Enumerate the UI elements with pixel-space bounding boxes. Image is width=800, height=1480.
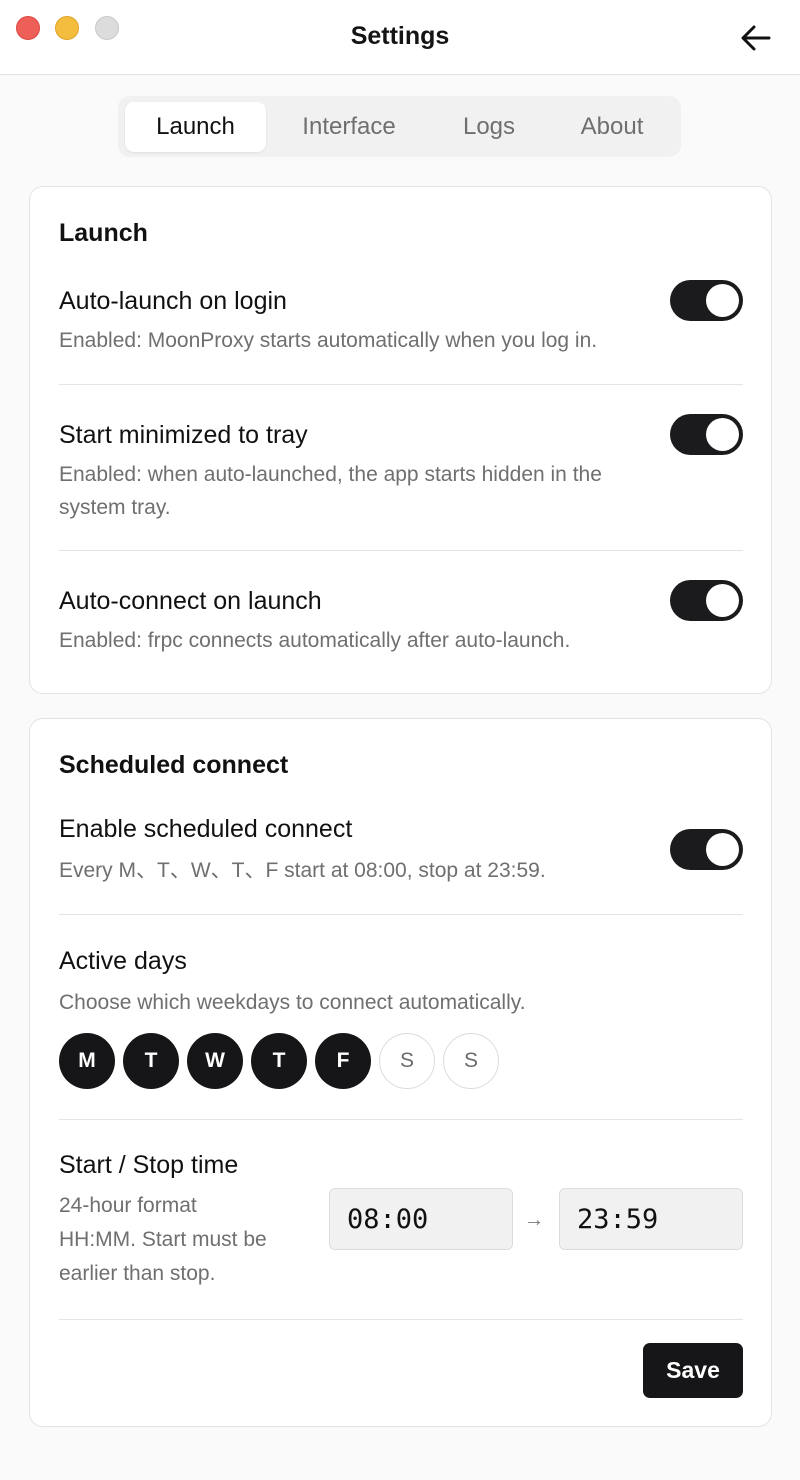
stop-time-input[interactable]: 23:59 xyxy=(559,1188,743,1250)
settings-window: Settings Launch Interface Logs About Lau… xyxy=(0,0,800,1480)
auto-connect-toggle[interactable] xyxy=(670,580,743,621)
tab-about[interactable]: About xyxy=(558,102,666,152)
divider xyxy=(59,914,743,915)
divider xyxy=(59,550,743,551)
arrow-left-icon xyxy=(741,25,771,51)
title-bar: Settings xyxy=(0,0,800,75)
day-sunday[interactable]: S xyxy=(443,1033,499,1089)
divider xyxy=(59,1319,743,1320)
tab-interface[interactable]: Interface xyxy=(278,102,420,152)
active-days-desc: Choose which weekdays to connect automat… xyxy=(59,991,526,1014)
auto-connect-desc: Enabled: frpc connects automatically aft… xyxy=(59,629,571,652)
start-minimized-toggle[interactable] xyxy=(670,414,743,455)
launch-card-title: Launch xyxy=(59,219,148,247)
enable-schedule-title: Enable scheduled connect xyxy=(59,815,353,843)
tab-logs[interactable]: Logs xyxy=(433,102,545,152)
tab-launch[interactable]: Launch xyxy=(125,102,266,152)
back-button[interactable] xyxy=(738,22,774,54)
auto-launch-title: Auto-launch on login xyxy=(59,287,287,315)
schedule-card: Scheduled connect Enable scheduled conne… xyxy=(29,718,772,1427)
start-minimized-desc-line1: Enabled: when auto-launched, the app sta… xyxy=(59,463,602,486)
divider xyxy=(59,1119,743,1120)
schedule-card-title: Scheduled connect xyxy=(59,751,289,779)
toggle-knob xyxy=(706,833,739,866)
day-tuesday[interactable]: T xyxy=(123,1033,179,1089)
auto-launch-desc: Enabled: MoonProxy starts automatically … xyxy=(59,329,598,352)
start-minimized-title: Start minimized to tray xyxy=(59,421,308,449)
day-monday[interactable]: M xyxy=(59,1033,115,1089)
enable-schedule-desc: Every M、T、W、T、F start at 08:00, stop at … xyxy=(59,859,546,882)
start-stop-desc-line2: HH:MM. Start must be xyxy=(59,1228,267,1251)
day-friday[interactable]: F xyxy=(315,1033,371,1089)
day-wednesday[interactable]: W xyxy=(187,1033,243,1089)
toggle-knob xyxy=(706,584,739,617)
save-button[interactable]: Save xyxy=(643,1343,743,1398)
arrow-right-icon: → xyxy=(524,1209,544,1231)
window-title: Settings xyxy=(350,22,450,50)
start-time-input[interactable]: 08:00 xyxy=(329,1188,513,1250)
auto-connect-title: Auto-connect on launch xyxy=(59,587,322,615)
day-saturday[interactable]: S xyxy=(379,1033,435,1089)
start-stop-title: Start / Stop time xyxy=(59,1151,239,1179)
divider xyxy=(59,384,743,385)
start-stop-desc-line1: 24-hour format xyxy=(59,1194,197,1217)
active-days-title: Active days xyxy=(59,947,187,975)
toggle-knob xyxy=(706,418,739,451)
start-minimized-desc-line2: system tray. xyxy=(59,496,171,519)
auto-launch-toggle[interactable] xyxy=(670,280,743,321)
settings-tabs: Launch Interface Logs About xyxy=(118,96,681,157)
start-stop-desc-line3: earlier than stop. xyxy=(59,1262,216,1285)
day-thursday[interactable]: T xyxy=(251,1033,307,1089)
launch-card: Launch Auto-launch on login Enabled: Moo… xyxy=(29,186,772,694)
toggle-knob xyxy=(706,284,739,317)
enable-schedule-toggle[interactable] xyxy=(670,829,743,870)
